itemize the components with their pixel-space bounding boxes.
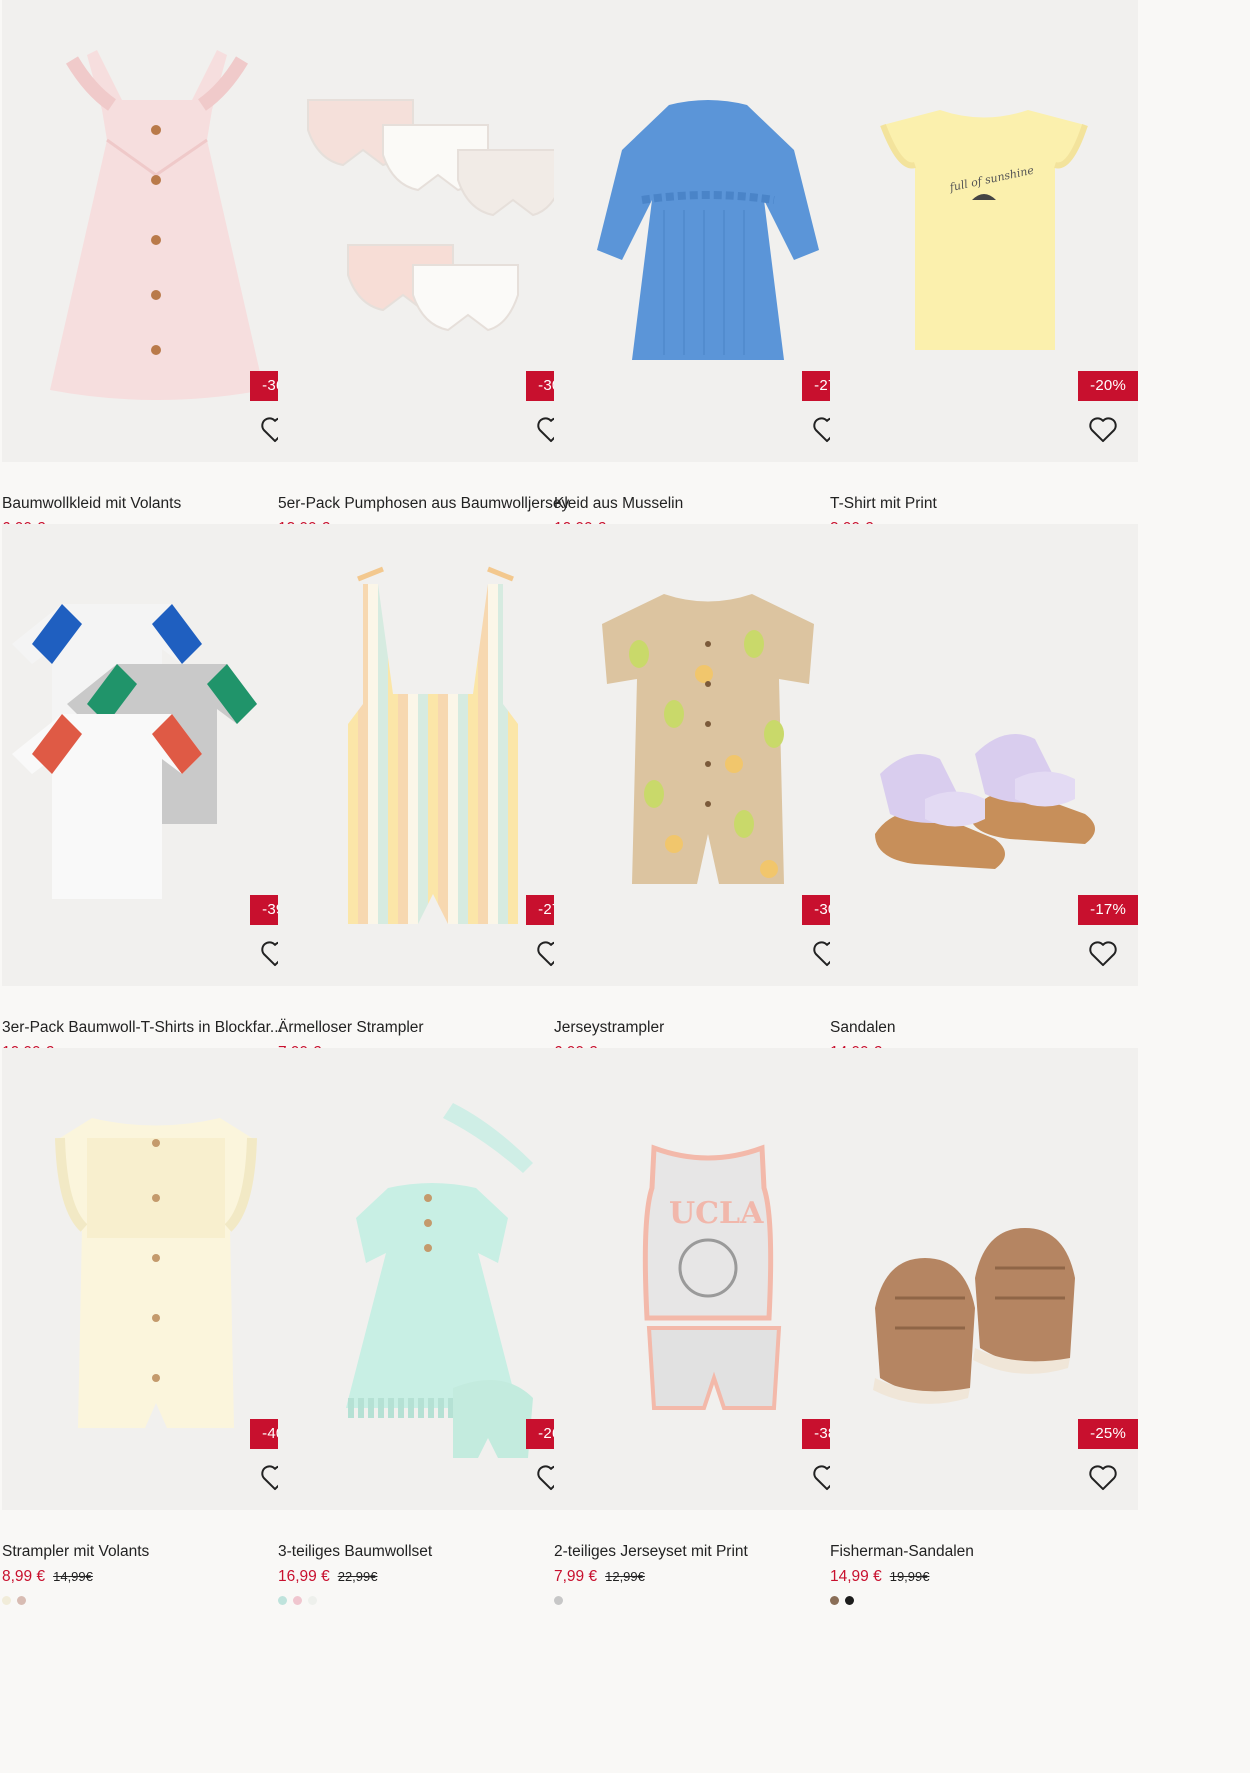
sale-price: 8,99 € xyxy=(2,1568,46,1585)
discount-badge: -25% xyxy=(1078,1419,1138,1449)
product-card[interactable]: -27%Kleid aus Musselin10,99 €14,99€ xyxy=(554,0,862,559)
product-card[interactable]: -26% 3-teiliges Baumwollset 16,99 € 22,99€ xyxy=(278,1048,586,1607)
product-card[interactable]: UCLA-38% 2-teiliges Jerseyset mit Print 7,… xyxy=(554,1048,862,1607)
product-name[interactable]: T-Shirt mit Print xyxy=(830,494,1138,514)
price-row: 16,99 € 22,99€ xyxy=(278,1567,586,1587)
color-swatch[interactable] xyxy=(2,1595,11,1605)
product-card[interactable]: -36%Baumwollkleid mit Volants6,99 €10,99… xyxy=(2,0,310,559)
product-name[interactable]: 3-teiliges Baumwollset xyxy=(278,1542,586,1562)
product-name[interactable]: Jerseystrampler xyxy=(554,1018,862,1038)
product-image[interactable]: UCLA-38% xyxy=(554,1048,862,1510)
product-grid: -36%Baumwollkleid mit Volants6,99 €10,99… xyxy=(0,0,1250,1773)
color-swatches xyxy=(830,1593,1138,1607)
color-swatch[interactable] xyxy=(845,1595,854,1605)
price-row: 14,99 € 19,99€ xyxy=(830,1567,1138,1587)
product-card[interactable]: -40% Strampler mit Volants 8,99 € 14,99€ xyxy=(2,1048,310,1607)
original-price: 12,99€ xyxy=(605,1569,645,1584)
price-row: 8,99 € 14,99€ xyxy=(2,1567,310,1587)
product-name[interactable]: Ärmelloser Strampler xyxy=(278,1018,586,1038)
heart-icon[interactable] xyxy=(1086,936,1120,970)
product-image[interactable]: -40% xyxy=(2,1048,310,1510)
color-swatches xyxy=(554,1593,862,1607)
product-name[interactable]: Kleid aus Musselin xyxy=(554,494,862,514)
product-card[interactable]: -30% 5er-Pack Pumphosen aus Baumwolljerse… xyxy=(278,0,586,559)
discount-badge: -17% xyxy=(1078,895,1138,925)
product-card[interactable]: -39% 3er-Pack Baumwoll-T-Shirts in Blockf… xyxy=(2,524,310,1083)
color-swatches xyxy=(2,1593,310,1607)
product-image[interactable]: -30% xyxy=(278,0,586,462)
product-image[interactable]: full of sunshine -20% xyxy=(830,0,1138,462)
original-price: 14,99€ xyxy=(53,1569,93,1584)
product-name[interactable]: Sandalen xyxy=(830,1018,1138,1038)
product-card[interactable]: -30%Jerseystrampler6,99 €9,99€ xyxy=(554,524,862,1083)
product-image[interactable]: -26% xyxy=(278,1048,586,1510)
color-swatch[interactable] xyxy=(17,1595,26,1605)
product-image[interactable]: -39% xyxy=(2,524,310,986)
product-name[interactable]: Baumwollkleid mit Volants xyxy=(2,494,310,514)
product-card[interactable]: full of sunshine-20%T-Shirt mit Print3,9… xyxy=(830,0,1138,560)
color-swatch[interactable] xyxy=(554,1595,563,1605)
color-swatches xyxy=(278,1593,586,1607)
sale-price: 14,99 € xyxy=(830,1568,882,1585)
original-price: 22,99€ xyxy=(337,1569,378,1584)
color-swatch[interactable] xyxy=(293,1595,302,1605)
original-price: 19,99€ xyxy=(889,1569,930,1584)
color-swatch[interactable] xyxy=(278,1595,287,1605)
discount-badge: -20% xyxy=(1078,371,1138,401)
color-swatch[interactable] xyxy=(830,1595,839,1605)
product-name[interactable]: 5er-Pack Pumphosen aus Baumwolljersey xyxy=(278,494,586,514)
product-name[interactable]: 2-teiliges Jerseyset mit Print xyxy=(554,1542,862,1562)
heart-icon[interactable] xyxy=(1086,1460,1120,1494)
product-image[interactable]: -36% xyxy=(2,0,310,462)
heart-icon[interactable] xyxy=(1086,412,1120,446)
product-name[interactable]: Fisherman-Sandalen xyxy=(830,1542,1138,1562)
product-card[interactable]: -27%Ärmelloser Strampler7,99 €10,99€ xyxy=(278,524,586,1083)
product-image[interactable]: -27% xyxy=(278,524,586,986)
product-image[interactable]: -30% xyxy=(554,524,862,986)
product-card[interactable]: -17%Sandalen14,99 €17,99€+1 xyxy=(830,524,1138,1084)
product-name[interactable]: Strampler mit Volants xyxy=(2,1542,310,1562)
price-row: 7,99 € 12,99€ xyxy=(554,1567,862,1587)
product-image[interactable]: -27% xyxy=(554,0,862,462)
product-image[interactable]: -17% xyxy=(830,524,1138,986)
product-image[interactable]: -25% xyxy=(830,1048,1138,1510)
color-swatch[interactable] xyxy=(308,1595,317,1605)
svg-text:UCLA: UCLA xyxy=(669,1196,764,1231)
product-card[interactable]: -25% Fisherman-Sandalen 14,99 € 19,99€ xyxy=(830,1048,1138,1607)
product-name[interactable]: 3er-Pack Baumwoll-T-Shirts in Blockfar..… xyxy=(2,1018,310,1038)
sale-price: 16,99 € xyxy=(278,1568,330,1585)
sale-price: 7,99 € xyxy=(554,1568,598,1585)
